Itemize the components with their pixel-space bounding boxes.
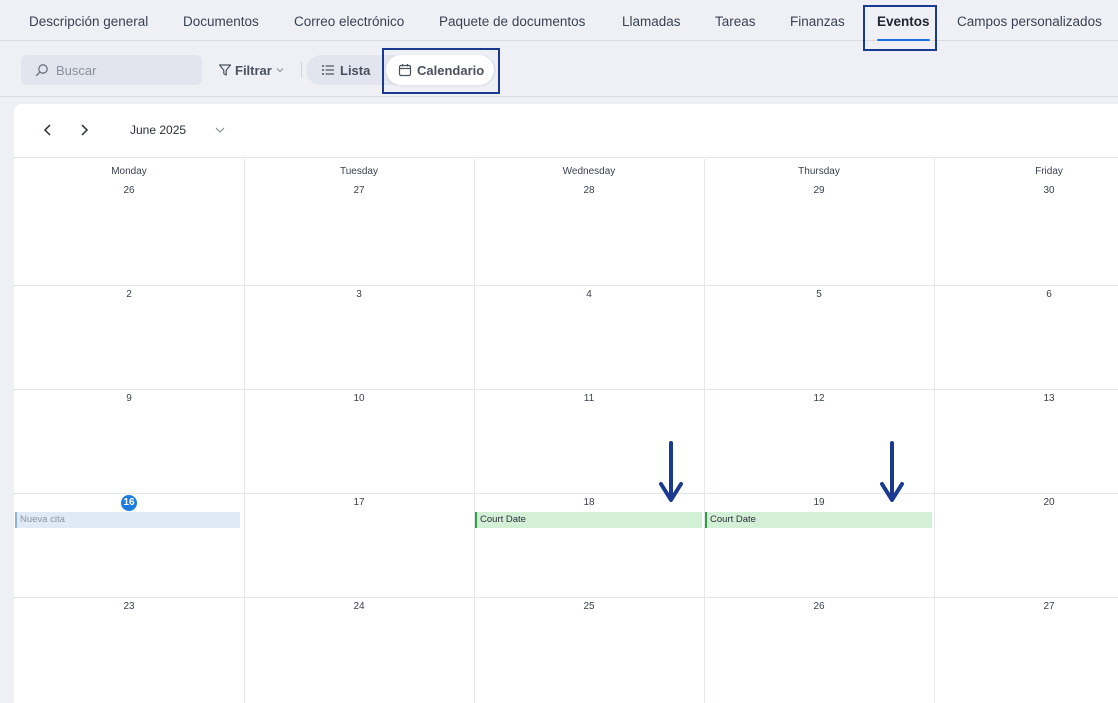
day-cell[interactable]: [244, 286, 474, 389]
day-cell[interactable]: [704, 494, 934, 597]
view-toggle: Lista Calendario: [306, 55, 496, 85]
day-number: 4: [586, 289, 592, 300]
day-number: 27: [353, 185, 365, 196]
day-cell[interactable]: [934, 598, 1118, 701]
tab-finanzas[interactable]: Finanzas: [790, 0, 845, 41]
day-cell[interactable]: [474, 181, 704, 285]
day-number: 27: [1043, 601, 1055, 612]
day-number: 18: [583, 497, 595, 508]
tab-descripcion-general[interactable]: Descripción general: [29, 0, 148, 41]
tab-documentos[interactable]: Documentos: [183, 0, 259, 41]
day-number: 17: [353, 497, 365, 508]
day-number: 5: [816, 289, 822, 300]
day-number: 9: [126, 393, 132, 404]
filter-button[interactable]: Filtrar: [218, 59, 285, 81]
search-box: [21, 55, 202, 85]
calendar-grid: Monday Tuesday Wednesday Thursday Friday 26 27…: [14, 159, 1118, 703]
search-input[interactable]: [56, 55, 196, 85]
day-number: 28: [583, 185, 595, 196]
search-icon: [35, 64, 48, 77]
day-number: 11: [583, 393, 595, 404]
calendar-header: June 2025: [14, 104, 1118, 158]
tab-label: Llamadas: [622, 14, 681, 29]
calendar-view-button[interactable]: Calendario: [386, 55, 494, 85]
tab-eventos[interactable]: Eventos: [861, 0, 944, 41]
tab-tareas[interactable]: Tareas: [715, 0, 756, 41]
day-number: 6: [1046, 289, 1052, 300]
day-cell[interactable]: [244, 181, 474, 285]
day-cell[interactable]: [704, 286, 934, 389]
filter-icon: [218, 64, 232, 76]
tab-label: Eventos: [877, 14, 930, 29]
tab-bar: Descripción general Documentos Correo el…: [0, 0, 1118, 41]
day-cell[interactable]: [14, 181, 244, 285]
day-cell[interactable]: [934, 181, 1118, 285]
calendar-event[interactable]: Nueva cita: [15, 512, 240, 528]
day-cell[interactable]: [474, 286, 704, 389]
weekday-header: Monday: [111, 166, 147, 177]
tab-correo-electronico[interactable]: Correo electrónico: [294, 0, 404, 41]
day-cell[interactable]: [474, 494, 704, 597]
day-number: 10: [353, 393, 365, 404]
day-cell[interactable]: [14, 390, 244, 493]
day-number: 19: [813, 497, 825, 508]
day-cell[interactable]: [704, 181, 934, 285]
tab-label: Correo electrónico: [294, 14, 405, 29]
weekday-header: Wednesday: [562, 166, 616, 177]
calendar: June 2025 Monday Tuesday Wednesday Thursday…: [14, 104, 1118, 703]
day-cell[interactable]: [934, 494, 1118, 597]
today-indicator: 16: [121, 495, 137, 511]
day-cell[interactable]: [704, 390, 934, 493]
tab-llamadas[interactable]: Llamadas: [622, 0, 681, 41]
tab-label: Documentos: [183, 14, 259, 29]
chevron-right-icon[interactable]: [76, 122, 92, 138]
weekday-header: Thursday: [798, 166, 840, 177]
filter-label: Filtrar: [235, 62, 272, 78]
day-number: 26: [123, 185, 135, 196]
toolbar: Filtrar Lista Calendario: [0, 41, 1118, 97]
day-cell[interactable]: [244, 494, 474, 597]
toolbar-divider: [301, 62, 302, 78]
day-number: 26: [813, 601, 825, 612]
chevron-down-icon: [276, 68, 284, 73]
day-cell[interactable]: [474, 598, 704, 701]
day-number: 3: [356, 289, 362, 300]
calendar-icon: [398, 64, 412, 77]
list-view-label: Lista: [340, 62, 371, 78]
tab-label: Tareas: [715, 14, 756, 29]
weekday-header: Tuesday: [340, 166, 378, 177]
calendar-event[interactable]: Court Date: [475, 512, 702, 528]
calendar-event[interactable]: Court Date: [705, 512, 932, 528]
day-cell[interactable]: [934, 390, 1118, 493]
day-cell[interactable]: [704, 598, 934, 701]
day-cell[interactable]: [474, 390, 704, 493]
tab-paquete-de-documentos[interactable]: Paquete de documentos: [439, 0, 585, 41]
month-selector[interactable]: June 2025: [130, 123, 186, 137]
day-number: 24: [353, 601, 365, 612]
day-cell[interactable]: [14, 286, 244, 389]
day-number: 13: [1043, 393, 1055, 404]
tab-label: Paquete de documentos: [439, 14, 586, 29]
chevron-down-icon[interactable]: [214, 125, 226, 135]
tab-campos-personalizados[interactable]: Campos personalizados: [957, 0, 1102, 41]
day-cell[interactable]: [934, 286, 1118, 389]
calendar-view-label: Calendario: [417, 62, 485, 78]
day-number: 12: [813, 393, 825, 404]
day-cell[interactable]: [14, 598, 244, 701]
list-view-button[interactable]: Lista: [321, 55, 370, 85]
list-icon: [322, 65, 334, 75]
chevron-left-icon[interactable]: [40, 122, 56, 138]
tab-label: Finanzas: [790, 14, 845, 29]
tab-label: Descripción general: [29, 14, 149, 29]
tab-label: Campos personalizados: [957, 14, 1102, 29]
weekday-header: Friday: [1035, 166, 1063, 177]
day-number: 23: [123, 601, 135, 612]
day-cell[interactable]: [244, 598, 474, 701]
day-number: 29: [813, 185, 825, 196]
day-number: 25: [583, 601, 595, 612]
day-number: 20: [1043, 497, 1055, 508]
day-number: 2: [126, 289, 132, 300]
day-cell[interactable]: [244, 390, 474, 493]
day-number: 30: [1043, 185, 1055, 196]
